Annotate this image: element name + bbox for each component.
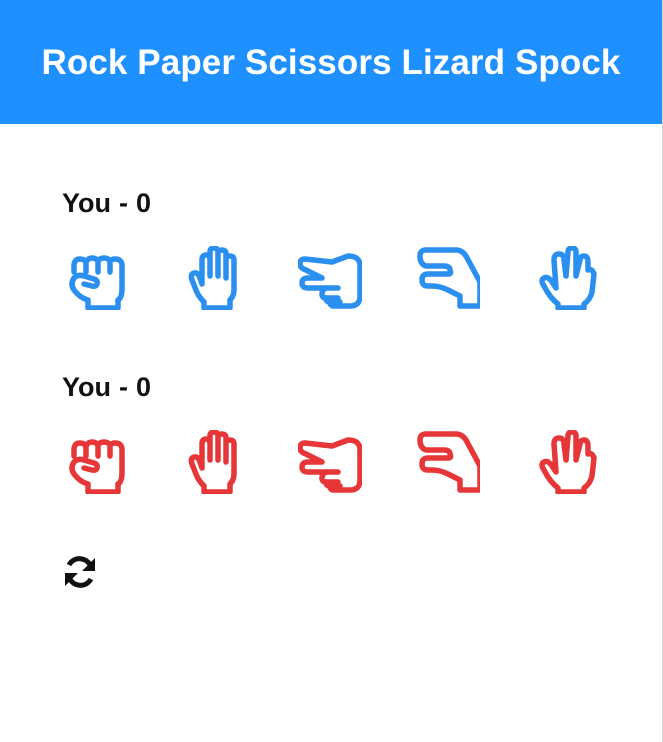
hand-lizard-icon [417, 247, 480, 309]
player-two-section: You -0 [62, 370, 602, 494]
hand-lizard-icon [417, 431, 480, 493]
player-one-rock-button[interactable] [62, 246, 126, 310]
reset-button[interactable] [60, 552, 100, 592]
app-window: Rock Paper Scissors Lizard Spock You-0 [0, 0, 663, 742]
player-two-lizard-button[interactable] [416, 430, 480, 494]
hand-paper-icon [188, 246, 237, 310]
refresh-icon [65, 556, 95, 588]
hand-paper-icon [188, 430, 237, 494]
player-one-label: You [62, 188, 111, 218]
player-one-paper-button[interactable] [180, 246, 244, 310]
player-two-scissors-button[interactable] [298, 430, 362, 494]
hand-spock-icon [539, 246, 597, 310]
player-two-score: You -0 [62, 370, 602, 404]
player-two-hands [62, 430, 602, 494]
player-two-rock-button[interactable] [62, 430, 126, 494]
player-two-label: You [62, 372, 111, 402]
player-one-score: You -0 [62, 186, 602, 220]
hand-rock-icon [69, 255, 125, 310]
header-bar: Rock Paper Scissors Lizard Spock [0, 0, 662, 124]
player-one-section: You -0 [62, 186, 602, 310]
player-two-score-value: 0 [136, 372, 152, 402]
score-separator: - [119, 188, 128, 218]
hand-scissors-icon [298, 437, 362, 493]
player-two-paper-button[interactable] [180, 430, 244, 494]
hand-rock-icon [69, 439, 125, 494]
player-one-score-value: 0 [136, 188, 152, 218]
hand-spock-icon [539, 430, 597, 494]
player-one-spock-button[interactable] [534, 246, 598, 310]
player-one-lizard-button[interactable] [416, 246, 480, 310]
player-two-spock-button[interactable] [534, 430, 598, 494]
player-one-scissors-button[interactable] [298, 246, 362, 310]
player-one-hands [62, 246, 602, 310]
score-separator: - [119, 372, 128, 402]
page-title: Rock Paper Scissors Lizard Spock [41, 43, 621, 82]
hand-scissors-icon [298, 253, 362, 309]
